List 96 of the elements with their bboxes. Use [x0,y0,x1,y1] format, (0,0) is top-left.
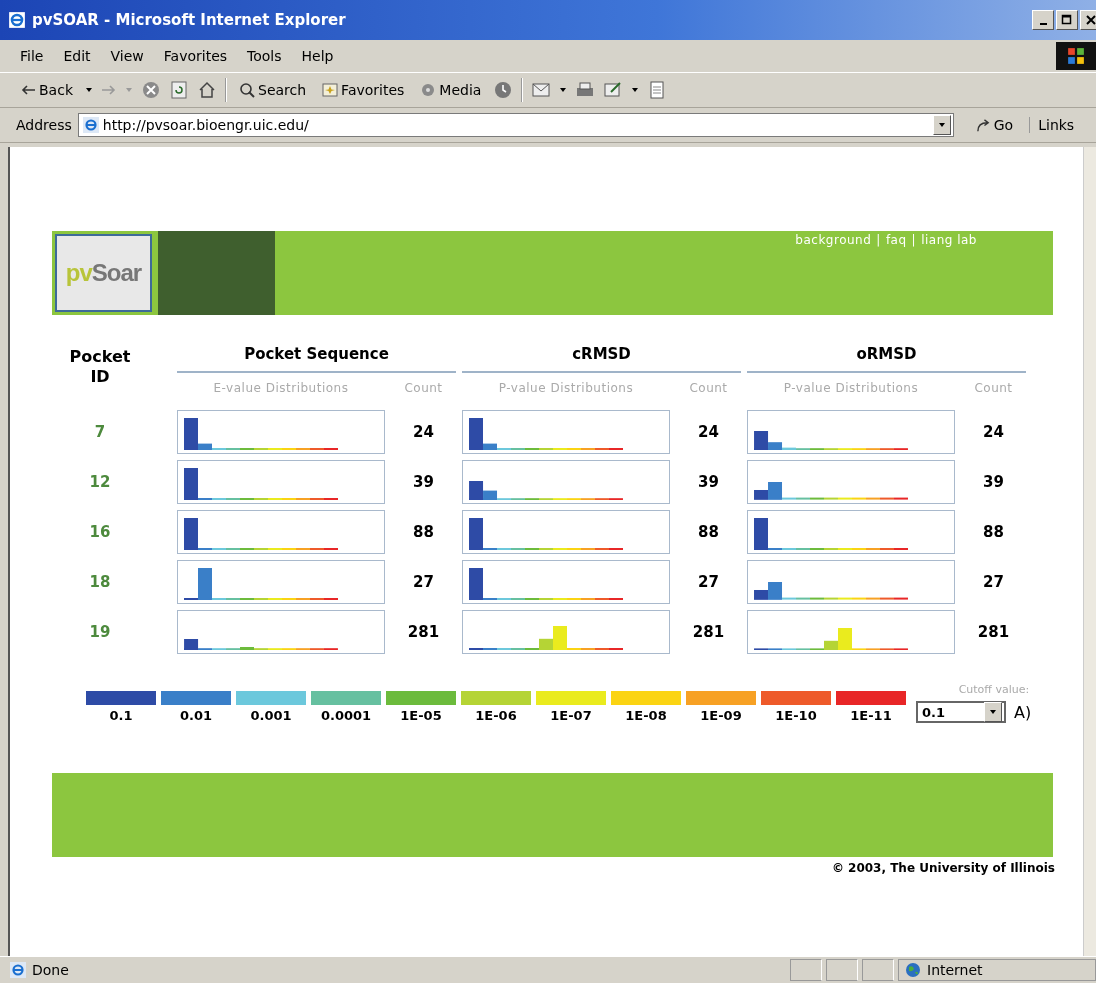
count-cell-text: 39 [982,473,1005,491]
column-header: Count [688,380,729,397]
pocket-id: 19 [88,623,112,641]
legend-label: 0.001 [250,708,292,723]
address-field[interactable]: http://pvsoar.bioengr.uic.edu/ [77,113,954,137]
copyright: © 2003, The University of Illinois [830,861,1055,875]
count-cell-text: 39 [697,473,720,491]
window-title: pvSOAR - Microsoft Internet Explorer [32,11,347,29]
page-icon [82,117,99,133]
count-cell-text: 27 [412,573,435,591]
legend-label: 1E-08 [625,708,667,723]
minimize-icon [1039,23,1047,25]
close-icon [1085,14,1096,26]
legend-label: 1E-06 [475,708,517,723]
maximize-button[interactable] [1056,10,1078,30]
go-arrow-icon [975,117,991,133]
edit-icon[interactable] [603,80,624,100]
address-label: Address [16,117,72,133]
group-header: cRMSD [462,345,741,373]
count-cell-text: 88 [412,523,435,541]
count-cell-text: 281 [691,623,726,641]
status-panel [826,959,858,981]
pocket-id: 7 [93,423,107,441]
status-panel [790,959,822,981]
menu-item[interactable]: View [100,48,154,64]
legend-label: 1E-10 [775,708,817,723]
pocket-id: 12 [88,473,112,491]
panel-label: A) [1014,702,1032,722]
status-panel [862,959,894,981]
media-button[interactable]: Media [416,82,486,98]
count-cell-text: 24 [412,423,435,441]
go-button[interactable]: Go [969,116,1020,134]
menu-item[interactable]: File [10,48,54,64]
legend-label: 1E-11 [850,708,892,723]
menu-item[interactable]: Help [291,48,344,64]
column-header: P-value Distributions [782,380,920,397]
group-header: oRMSD [747,345,1026,373]
windows-logo-icon [1056,42,1096,70]
pocket-id: 16 [88,523,112,541]
count-cell-text: 27 [982,573,1005,591]
menu-item[interactable]: Tools [237,48,292,64]
history-icon[interactable] [493,80,514,100]
search-button[interactable]: Search [235,82,311,98]
count-cell-text: 39 [412,473,435,491]
legend-label: 1E-07 [550,708,592,723]
legend-label: 0.0001 [320,708,372,723]
count-cell-text: 24 [697,423,720,441]
minimize-button[interactable] [1032,10,1054,30]
caret-icon[interactable] [937,121,946,129]
back-arrow-icon [20,84,36,96]
count-cell-text: 88 [982,523,1005,541]
legend-label: 0.01 [179,708,213,723]
column-header: Pocket ID [68,347,132,387]
count-cell-text: 27 [697,573,720,591]
legend-label: 0.1 [109,708,133,723]
legend-label: 1E-09 [700,708,742,723]
caret-icon[interactable] [631,86,640,94]
cutoff-select[interactable]: 0.1 [916,701,1006,723]
count-cell-text: 281 [976,623,1011,641]
count-cell-text: 88 [697,523,720,541]
back-button[interactable]: Back [16,82,77,98]
menu-item[interactable]: Edit [53,48,101,64]
caret-icon[interactable] [559,86,568,94]
column-header: Count [403,380,444,397]
group-header: Pocket Sequence [177,345,456,373]
nav-separator: | [876,233,881,247]
cutoff-label: Cutoff value: [958,683,1030,696]
caret-icon [989,708,997,716]
disc-icon [420,82,437,98]
star-folder-icon [322,82,339,98]
globe-icon [905,962,921,978]
mail-icon[interactable] [531,80,552,100]
column-header: P-value Distributions [497,380,635,397]
column-header: Count [973,380,1014,397]
column-header: E-value Distributions [212,380,350,397]
nav-separator: | [911,233,917,247]
menu-item[interactable]: Favorites [153,48,238,64]
scrollbar[interactable] [1083,147,1096,956]
legend-label: 1E-05 [400,708,442,723]
links-button[interactable]: Links [1029,117,1075,133]
count-cell-text: 281 [406,623,441,641]
page-icon [10,962,26,978]
count-cell-text: 24 [982,423,1005,441]
caret-icon[interactable] [85,86,93,94]
logo: pvSoar [55,234,152,312]
status-text: Done [32,962,69,978]
close-button[interactable] [1080,10,1096,30]
pocket-id: 18 [88,573,112,591]
refresh-icon[interactable] [169,80,189,100]
search-icon [239,82,255,98]
home-icon[interactable] [197,80,217,100]
favorites-button[interactable]: Favorites [318,82,409,98]
zone-text: Internet [927,962,983,978]
maximize-icon [1061,14,1073,26]
stop-icon[interactable] [141,80,161,100]
browser-icon [8,11,26,29]
